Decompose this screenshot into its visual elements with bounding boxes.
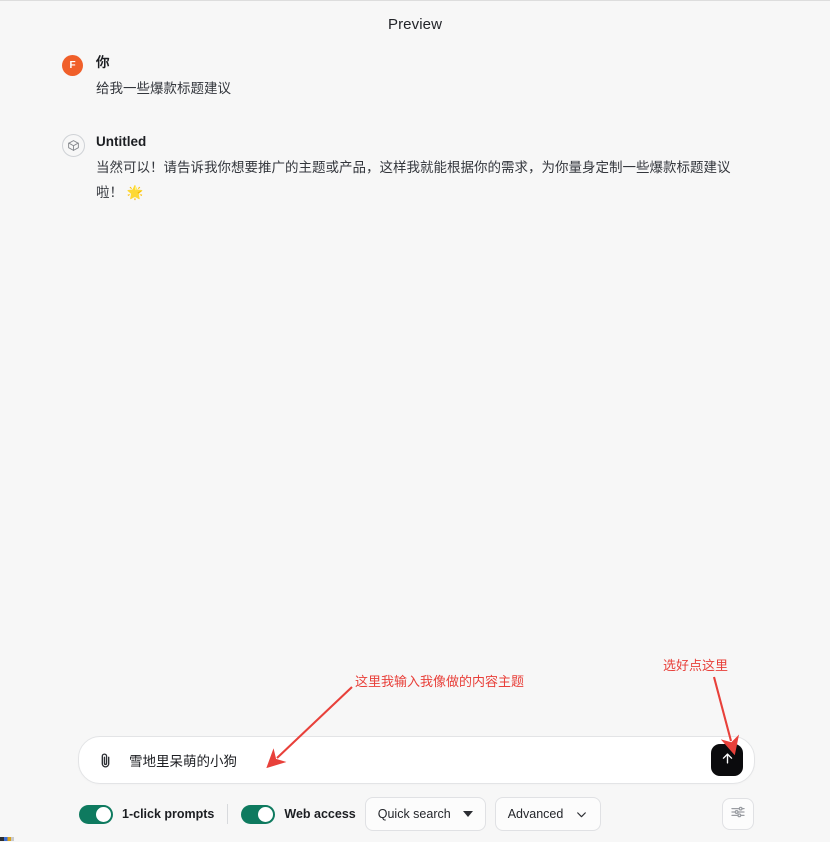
preview-page: Preview F 你 给我一些爆款标题建议 Untitled 当然可以！请告诉… <box>0 0 830 841</box>
dropdown-label: Quick search <box>377 807 451 821</box>
sliders-icon <box>730 804 746 825</box>
dropdown-quick-search[interactable]: Quick search <box>364 797 486 831</box>
composer-toolbar: 1-click prompts Web access Quick search … <box>78 797 755 831</box>
triangle-down-icon <box>462 811 473 817</box>
avatar <box>62 134 85 158</box>
dropdown-label: Advanced <box>507 807 564 821</box>
composer[interactable] <box>78 736 755 784</box>
toolbar-divider <box>227 804 229 824</box>
dropdown-advanced[interactable]: Advanced <box>494 797 602 831</box>
composer-region: 1-click prompts Web access Quick search … <box>0 736 830 841</box>
toggle-knob <box>96 806 111 822</box>
message-author: Untitled <box>96 134 147 150</box>
chevron-down-icon <box>575 808 588 821</box>
toggle-switch[interactable] <box>79 804 113 824</box>
settings-button[interactable] <box>722 798 754 830</box>
message-body: 给我一些爆款标题建议 <box>96 81 231 97</box>
header: Preview <box>0 1 830 47</box>
message-author: 你 <box>96 55 110 70</box>
avatar: F <box>62 55 83 76</box>
send-button[interactable] <box>711 744 743 776</box>
arrow-up-icon <box>720 751 735 769</box>
toggle-label: 1-click prompts <box>122 807 215 821</box>
toggle-web-access[interactable]: Web access <box>241 804 356 824</box>
toggle-label: Web access <box>284 807 356 821</box>
page-title: Preview <box>387 15 443 33</box>
user-avatar-initial: F <box>69 59 76 71</box>
message-user: F 你 给我一些爆款标题建议 <box>62 53 770 102</box>
message-body: 当然可以！请告诉我你想要推广的主题或产品，这样我就能根据你的需求，为你量身定制一… <box>96 160 731 201</box>
message-assistant: Untitled 当然可以！请告诉我你想要推广的主题或产品，这样我就能根据你的需… <box>62 132 770 206</box>
message-input[interactable] <box>115 737 711 783</box>
conversation-area: F 你 给我一些爆款标题建议 Untitled 当然可以！请告诉我你想要推广的主… <box>0 53 830 711</box>
toggle-knob <box>258 806 274 822</box>
paperclip-icon[interactable] <box>95 750 115 770</box>
toggle-switch[interactable] <box>241 804 276 824</box>
corner-artifact <box>0 837 14 841</box>
cube-icon <box>67 139 80 152</box>
toggle-one-click-prompts[interactable]: 1-click prompts <box>79 804 215 824</box>
